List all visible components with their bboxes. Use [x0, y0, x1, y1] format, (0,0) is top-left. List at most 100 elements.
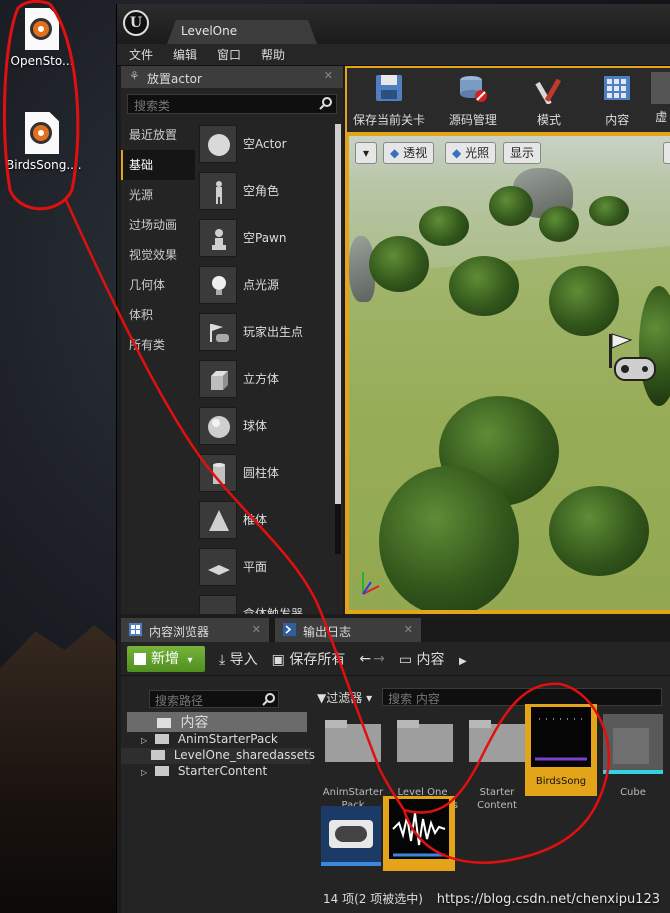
- category-geometry[interactable]: 几何体: [121, 270, 195, 300]
- asset-folder-startercontent[interactable]: Starter Content: [461, 714, 533, 812]
- category-cinematic[interactable]: 过场动画: [121, 210, 195, 240]
- category-basic[interactable]: 基础: [121, 150, 195, 180]
- actor-empty-pawn[interactable]: 空Pawn: [199, 214, 329, 261]
- level-viewport[interactable]: ▾ ◆ 透视 ◆ 光照 显示: [349, 136, 670, 610]
- scrollbar-thumb[interactable]: [335, 124, 341, 504]
- actor-label: 空Actor: [243, 137, 287, 151]
- search-icon: [319, 97, 332, 110]
- tree-item-label: StarterContent: [177, 764, 268, 778]
- actor-box-trigger[interactable]: 盒体触发器: [199, 590, 329, 614]
- modes-label: 模式: [536, 113, 561, 127]
- actor-empty-actor[interactable]: 空Actor: [199, 120, 329, 167]
- source-control-button[interactable]: 源码管理: [431, 72, 515, 128]
- category-lights[interactable]: 光源: [121, 180, 195, 210]
- tree-item-startercontent[interactable]: ▷ StarterContent: [121, 764, 311, 780]
- player-start-icon[interactable]: [603, 330, 663, 394]
- modes-button[interactable]: 模式: [515, 72, 583, 128]
- placeable-actor-list: 空Actor 空角色 空Pawn 点光源 玩家出生点 立方体 球体 圆柱体 椎体…: [199, 120, 329, 614]
- actor-cylinder[interactable]: 圆柱体: [199, 449, 329, 496]
- empty-actor-icon: [199, 124, 237, 163]
- actor-plane[interactable]: 平面: [199, 543, 329, 590]
- selection-highlight: [383, 796, 455, 871]
- chevron-down-icon: ▾: [187, 654, 193, 666]
- category-recent[interactable]: 最近放置: [121, 120, 195, 150]
- asset-folder-animstarterpack[interactable]: AnimStarter Pack: [317, 714, 389, 812]
- save-current-level-button[interactable]: 保存当前关卡: [347, 72, 431, 128]
- asset-cube[interactable]: Cube: [597, 714, 669, 799]
- menu-window[interactable]: 窗口: [217, 46, 241, 63]
- cube-mesh-thumbnail-icon: [603, 714, 663, 774]
- actor-point-light[interactable]: 点光源: [199, 261, 329, 308]
- menu-file[interactable]: 文件: [129, 46, 153, 63]
- desktop-icon-openstory[interactable]: OpenSto...: [6, 8, 78, 68]
- main-toolbar: 保存当前关卡 源码管理 模式 内容 虚: [347, 68, 670, 132]
- desktop-icon-label: BirdsSong....: [6, 158, 82, 172]
- cone-icon: [199, 500, 237, 539]
- menu-bar: 文件 编辑 窗口 帮助: [117, 44, 670, 66]
- gamepad-thumbnail-icon: [321, 806, 381, 866]
- marketplace-button[interactable]: 虚: [651, 72, 670, 125]
- save-icon: [375, 75, 402, 101]
- filters-button[interactable]: ▼过滤器 ▾: [317, 689, 372, 706]
- show-button[interactable]: 显示: [503, 142, 542, 164]
- character-icon: [199, 171, 237, 210]
- path-breadcrumb[interactable]: ▭ 内容 ▶: [399, 649, 467, 669]
- category-visual-effects[interactable]: 视觉效果: [121, 240, 195, 270]
- light-bulb-icon: [199, 265, 237, 304]
- close-icon[interactable]: ✕: [252, 623, 261, 636]
- category-volumes[interactable]: 体积: [121, 300, 195, 330]
- path-search-input[interactable]: 搜索路径: [149, 690, 279, 708]
- chevron-down-icon: ▾: [362, 146, 370, 160]
- bush-foliage: [449, 256, 519, 316]
- save-all-button[interactable]: ▣ 保存所有: [272, 649, 346, 669]
- viewport-options-button[interactable]: ▾: [355, 142, 377, 164]
- tree-item-levelone-sharedassets[interactable]: LevelOne_sharedassets: [121, 748, 315, 764]
- marketplace-icon: [651, 72, 670, 104]
- level-tab[interactable]: LevelOne: [167, 20, 317, 44]
- asset-player-controller[interactable]: [315, 806, 387, 878]
- lighting-label: 光照: [465, 146, 490, 160]
- desktop-icon-birdssong[interactable]: BirdsSong....: [6, 112, 82, 172]
- tab-content-browser[interactable]: 内容浏览器 ✕: [121, 618, 269, 642]
- actor-label: 玩家出生点: [243, 325, 304, 339]
- tab-output-log-label: 输出日志: [303, 625, 352, 639]
- actor-cube[interactable]: 立方体: [199, 355, 329, 402]
- category-all-classes[interactable]: 所有类: [121, 330, 195, 360]
- tab-output-log[interactable]: 输出日志 ✕: [275, 618, 421, 642]
- folder-icon: [325, 720, 381, 762]
- unreal-logo-icon[interactable]: U: [123, 10, 149, 36]
- cylinder-icon: [199, 453, 237, 492]
- menu-edit[interactable]: 编辑: [173, 46, 197, 63]
- asset-view: ▼过滤器 ▾ 搜索 内容 AnimStarter Pack Level One_…: [317, 686, 670, 913]
- actor-player-start[interactable]: 玩家出生点: [199, 308, 329, 355]
- close-icon[interactable]: ✕: [324, 69, 333, 82]
- actor-cone[interactable]: 椎体: [199, 496, 329, 543]
- forward-button[interactable]: →: [373, 651, 385, 667]
- asset-birdssong[interactable]: BirdsSong: [525, 704, 597, 796]
- content-search-input[interactable]: 搜索 内容: [382, 688, 663, 706]
- actor-empty-character[interactable]: 空角色: [199, 167, 329, 214]
- tree-item-content-root[interactable]: 内容: [127, 712, 307, 732]
- lighting-mode-button[interactable]: ◆ 光照: [445, 142, 497, 164]
- actor-list-scrollbar[interactable]: [335, 124, 341, 554]
- asset-label: Starter Content: [477, 787, 517, 811]
- actor-label: 球体: [243, 419, 268, 433]
- close-icon[interactable]: ✕: [404, 623, 413, 636]
- tree-item-animstarterpack[interactable]: ▷ AnimStarterPack: [121, 732, 311, 748]
- import-button[interactable]: ⤓ 导入: [219, 649, 258, 669]
- content-grid-icon: [604, 76, 631, 100]
- save-all-label: 保存所有: [289, 651, 346, 668]
- actor-sphere[interactable]: 球体: [199, 402, 329, 449]
- back-button[interactable]: ←: [359, 651, 371, 667]
- viewport-right-button[interactable]: [663, 142, 670, 164]
- content-browser-icon: [129, 623, 142, 636]
- place-actors-tab[interactable]: ⚘ 放置actor ✕: [121, 66, 343, 88]
- add-new-button[interactable]: 新增 ▾: [127, 645, 205, 672]
- content-button[interactable]: 内容: [583, 72, 651, 128]
- watermark-text: https://blog.csdn.net/chenxipu123: [436, 892, 660, 907]
- asset-sound-cue[interactable]: [383, 796, 455, 871]
- menu-help[interactable]: 帮助: [261, 46, 285, 63]
- class-search-input[interactable]: 搜索类: [127, 94, 337, 114]
- sphere-icon: [199, 406, 237, 445]
- perspective-button[interactable]: ◆ 透视: [383, 142, 435, 164]
